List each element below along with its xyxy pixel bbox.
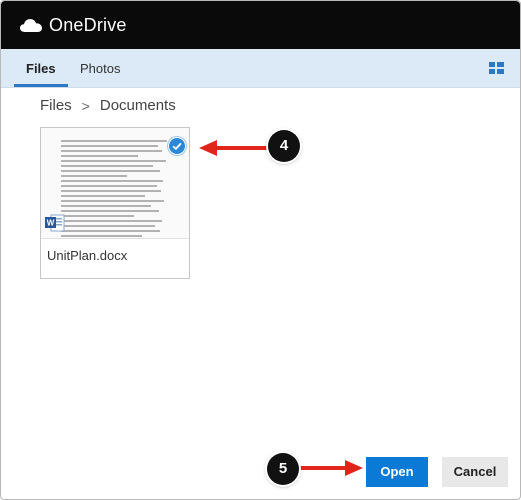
grid-view-icon[interactable] — [489, 61, 504, 79]
step-marker-5: 5 — [267, 453, 299, 485]
tab-bar: Files Photos — [1, 49, 520, 88]
cancel-button[interactable]: Cancel — [442, 457, 508, 487]
step-marker-4: 4 — [268, 130, 300, 162]
selected-check-icon[interactable] — [168, 137, 186, 155]
open-button[interactable]: Open — [366, 457, 428, 487]
tile-divider — [41, 238, 189, 239]
file-name: UnitPlan.docx — [47, 248, 128, 263]
file-tile[interactable]: UnitPlan.docx — [40, 127, 190, 279]
tab-files[interactable]: Files — [14, 49, 68, 87]
breadcrumb-documents: Documents — [99, 97, 176, 114]
breadcrumb: Files > Documents — [40, 97, 176, 114]
app-name: OneDrive — [49, 14, 127, 35]
breadcrumb-separator: > — [81, 97, 90, 114]
cloud-icon — [19, 17, 43, 33]
header-bar: OneDrive — [1, 1, 520, 49]
tab-photos[interactable]: Photos — [80, 49, 120, 87]
annotation-arrow-5 — [299, 460, 363, 476]
annotation-arrow-4 — [199, 140, 269, 156]
brand: OneDrive — [19, 1, 127, 49]
svg-text:W: W — [47, 219, 55, 228]
breadcrumb-files[interactable]: Files — [40, 97, 72, 114]
file-picker-dialog: OneDrive Files Photos Files > Documents — [0, 0, 521, 500]
word-document-icon: W — [45, 213, 65, 238]
